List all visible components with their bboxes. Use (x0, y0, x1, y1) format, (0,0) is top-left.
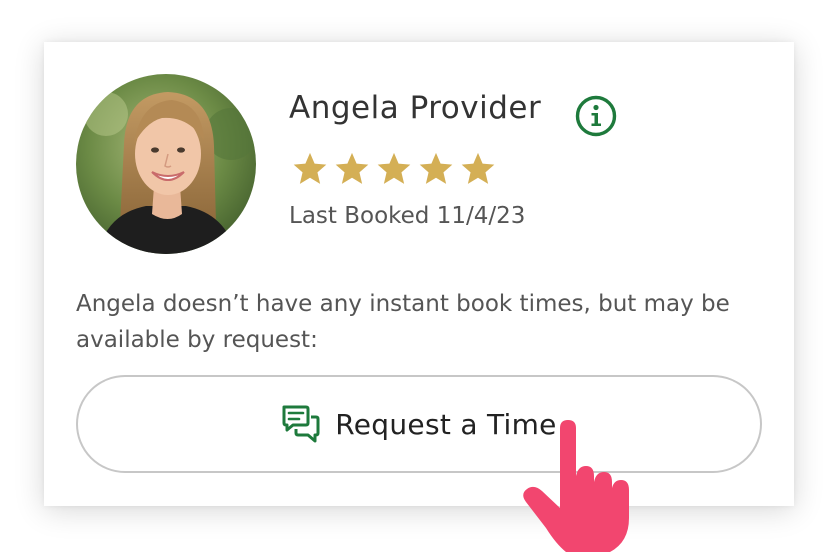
provider-avatar (76, 74, 256, 254)
info-icon[interactable] (574, 94, 618, 138)
star-icon (419, 152, 453, 184)
request-time-button[interactable]: Request a Time (76, 375, 762, 473)
provider-card: Angela Provider Last Booked 11/4/23 Ange… (44, 42, 794, 506)
star-rating (291, 150, 497, 188)
availability-message: Angela doesn’t have any instant book tim… (76, 291, 730, 353)
star-icon (293, 152, 327, 184)
star-icon (335, 152, 369, 184)
request-time-label: Request a Time (335, 407, 557, 441)
star-icon (377, 152, 411, 184)
provider-name: Angela Provider (289, 90, 542, 126)
last-booked-date: Last Booked 11/4/23 (289, 203, 526, 229)
star-icon (461, 152, 495, 184)
chat-bubbles-icon (282, 405, 320, 443)
